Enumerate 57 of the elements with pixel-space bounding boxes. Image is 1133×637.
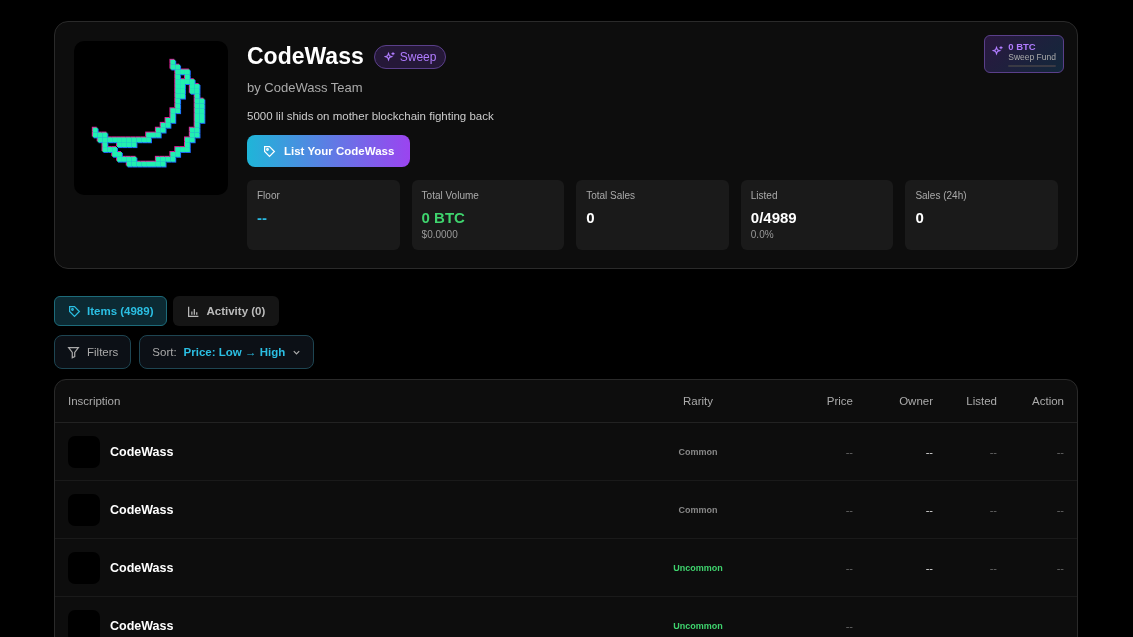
rarity-label: Uncommon — [672, 620, 724, 631]
action-cell-text: -- — [1055, 561, 1065, 574]
owner-cell-text: -- — [924, 445, 933, 458]
stat-label: Listed — [750, 190, 779, 201]
sparkle-icon — [992, 45, 1005, 57]
price-cell-text: -- — [844, 445, 853, 458]
owner-cell-text: -- — [924, 561, 933, 574]
column-header: Action — [1031, 395, 1065, 407]
stat-label: Sales (24h) — [915, 190, 968, 201]
stat-label: Floor — [257, 190, 281, 201]
column-header: Price — [825, 395, 853, 407]
tab[interactable]: Items (4989) — [54, 296, 168, 326]
fund-amount: 0 BTC — [1008, 41, 1037, 52]
listed-cell-text: -- — [988, 445, 997, 458]
price-cell-text: -- — [844, 503, 853, 516]
stat-label: Total Volume — [421, 190, 480, 201]
item-name: CodeWass — [110, 560, 174, 575]
rarity-label: Common — [677, 446, 719, 457]
action-cell-text: -- — [1055, 503, 1065, 516]
item-name: CodeWass — [110, 444, 174, 459]
item-name: CodeWass — [110, 502, 174, 517]
fund-label: Sweep Fund — [1008, 52, 1056, 62]
collection-title: CodeWass — [247, 43, 364, 70]
item-name: CodeWass — [110, 618, 174, 633]
list-button[interactable]: List Your CodeWass — [247, 135, 411, 167]
column-header: Inscription — [67, 395, 122, 407]
stat-value: -- — [257, 209, 268, 226]
listed-cell-text: -- — [988, 561, 997, 574]
stat-label: Total Sales — [586, 190, 637, 201]
rarity-label: Uncommon — [672, 562, 724, 573]
stat-subvalue: 0.0% — [750, 229, 775, 240]
price-cell-text: -- — [844, 619, 853, 632]
stat-value: 0/4989 — [750, 209, 798, 226]
tab[interactable]: Activity (0) — [173, 296, 280, 326]
sweep-fund-card[interactable]: 0 BTC Sweep Fund — [984, 35, 1064, 73]
sweep-button[interactable]: Sweep — [373, 44, 447, 69]
action-cell-text: -- — [1055, 445, 1065, 458]
column-header: Owner — [898, 395, 933, 407]
tag-icon — [68, 304, 81, 318]
collection-description: 5000 lil shids on mother blockchain fighting back — [247, 110, 495, 122]
filters-button[interactable]: Filters — [54, 335, 132, 369]
sparkle-icon — [383, 50, 396, 63]
stat-value: 0 — [915, 209, 925, 226]
column-header: Listed — [965, 395, 997, 407]
creator-text: by CodeWass Team — [247, 80, 364, 95]
bar-chart-icon — [187, 304, 201, 318]
filter-icon — [67, 345, 80, 359]
rarity-label: Common — [677, 504, 719, 515]
price-cell-text: -- — [844, 561, 853, 574]
column-header: Rarity — [682, 395, 714, 407]
owner-cell-text: -- — [924, 503, 933, 516]
stat-subvalue: $0.0000 — [421, 229, 459, 240]
stat-value: 0 BTC — [421, 209, 466, 226]
tag-icon — [263, 144, 276, 158]
listed-cell-text: -- — [988, 503, 997, 516]
sort-dropdown[interactable]: Sort: Price: Low → High — [139, 335, 315, 369]
stat-value: 0 — [586, 209, 596, 226]
